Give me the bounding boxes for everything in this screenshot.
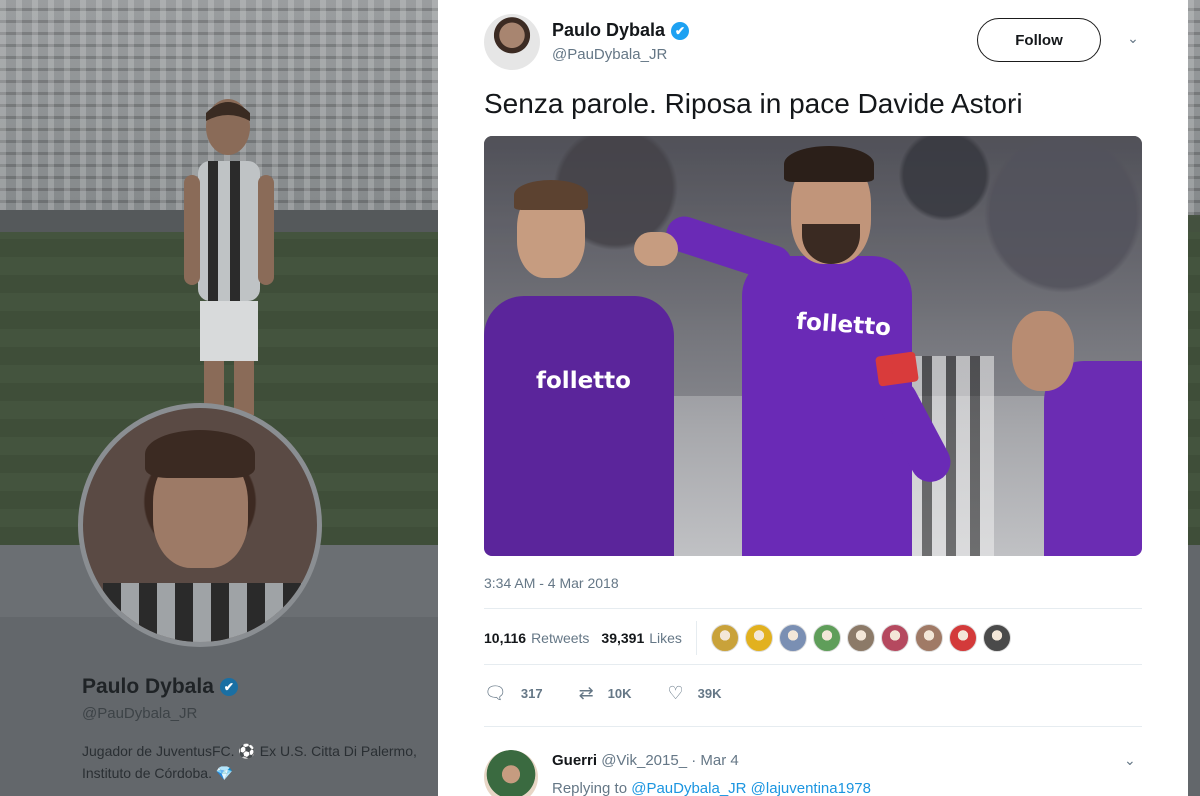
like-count: 39K — [697, 685, 722, 701]
profile-name-text: Paulo Dybala — [82, 675, 214, 698]
heart-icon: ♡ — [667, 682, 684, 703]
liker-avatar[interactable] — [710, 624, 739, 652]
verified-badge-icon: ✔ — [219, 678, 238, 696]
retweet-icon: ⇄ — [578, 682, 594, 703]
divider — [484, 726, 1142, 727]
tweet-photo[interactable]: folletto folletto — [484, 136, 1142, 556]
replying-to-label: Replying to — [552, 780, 628, 796]
stadium-stands-right — [1188, 0, 1200, 215]
likes-label: Likes — [649, 630, 682, 646]
photo-player-left-hair — [514, 180, 588, 210]
photo-player-right-head — [1012, 311, 1074, 391]
reply-date[interactable]: · Mar 4 — [691, 752, 739, 769]
profile-avatar[interactable] — [78, 403, 322, 647]
stats-separator — [695, 621, 697, 655]
liker-avatar[interactable] — [948, 624, 977, 652]
likes-count: 39,391 — [601, 630, 645, 646]
divider — [484, 608, 1142, 609]
tweet-text: Senza parole. Riposa in pace Davide Asto… — [484, 88, 1023, 119]
verified-badge-icon: ✔ — [671, 21, 690, 40]
liker-avatar[interactable] — [982, 624, 1011, 652]
chevron-down-icon[interactable]: ⌄ — [1124, 30, 1142, 48]
liker-avatar[interactable] — [744, 624, 773, 652]
author-handle[interactable]: @PauDybala_JR — [552, 46, 667, 63]
reply-author: Guerri @Vik_2015_ · Mar 4 — [552, 752, 739, 769]
photo-player-left-body — [484, 296, 674, 556]
author-name-text: Paulo Dybala — [552, 20, 666, 40]
reply-avatar[interactable] — [484, 750, 538, 796]
avatar-shirt — [103, 583, 303, 642]
retweets-stat[interactable]: 10,116 Retweets — [484, 630, 589, 646]
likes-stat[interactable]: 39,391 Likes — [601, 630, 682, 646]
author-avatar[interactable] — [484, 14, 540, 70]
reply-action[interactable]: 🗨 317 — [484, 683, 543, 704]
follow-button[interactable]: Follow — [977, 18, 1101, 62]
retweets-label: Retweets — [531, 630, 590, 646]
liker-avatar[interactable] — [812, 624, 841, 652]
tweet-stats: 10,116 Retweets 39,391 Likes — [484, 620, 1011, 656]
replying-to: Replying to @PauDybala_JR @lajuventina19… — [552, 780, 871, 796]
retweet-count: 10K — [607, 685, 632, 701]
retweet-action[interactable]: ⇄ 10K — [579, 683, 632, 704]
reply-tweet[interactable]: Guerri @Vik_2015_ · Mar 4 Replying to @P… — [484, 748, 1144, 796]
photo-sponsor-left: folletto — [536, 368, 631, 394]
tweet-actions: 🗨 317 ⇄ 10K ♡ 39K — [484, 680, 758, 706]
pitch-right — [1188, 232, 1200, 545]
liker-avatar[interactable] — [846, 624, 875, 652]
header-player-figure — [184, 99, 274, 415]
profile-handle[interactable]: @PauDybala_JR — [82, 705, 197, 722]
avatar-hair — [145, 430, 255, 478]
liker-avatar[interactable] — [778, 624, 807, 652]
chevron-down-icon[interactable]: ⌄ — [1124, 752, 1136, 769]
reply-count: 317 — [520, 685, 543, 701]
profile-name[interactable]: Paulo Dybala ✔ — [82, 675, 238, 699]
retweets-count: 10,116 — [484, 630, 527, 646]
liker-avatars — [710, 624, 1011, 652]
reply-author-handle[interactable]: @Vik_2015_ — [601, 752, 687, 769]
photo-player-center-hand — [634, 232, 678, 266]
reply-mentions[interactable]: @PauDybala_JR @lajuventina1978 — [631, 780, 871, 796]
photo-captain-armband — [875, 351, 919, 387]
like-action[interactable]: ♡ 39K — [668, 683, 722, 704]
tweet-permalink-modal: Paulo Dybala ✔ @PauDybala_JR Follow ⌄ Se… — [438, 0, 1188, 796]
tweet-header: Paulo Dybala ✔ @PauDybala_JR Follow ⌄ — [484, 12, 1144, 72]
profile-bio: Jugador de JuventusFC. ⚽ Ex U.S. Citta D… — [82, 743, 417, 781]
photo-player-center-hair — [784, 146, 874, 182]
tweet-timestamp[interactable]: 3:34 AM - 4 Mar 2018 — [484, 575, 619, 591]
author-name[interactable]: Paulo Dybala ✔ — [552, 20, 690, 41]
liker-avatar[interactable] — [914, 624, 943, 652]
reply-author-name[interactable]: Guerri — [552, 752, 597, 769]
reply-icon: 🗨 — [484, 682, 507, 703]
photo-player-right-body — [1044, 361, 1142, 556]
divider — [484, 664, 1142, 665]
liker-avatar[interactable] — [880, 624, 909, 652]
